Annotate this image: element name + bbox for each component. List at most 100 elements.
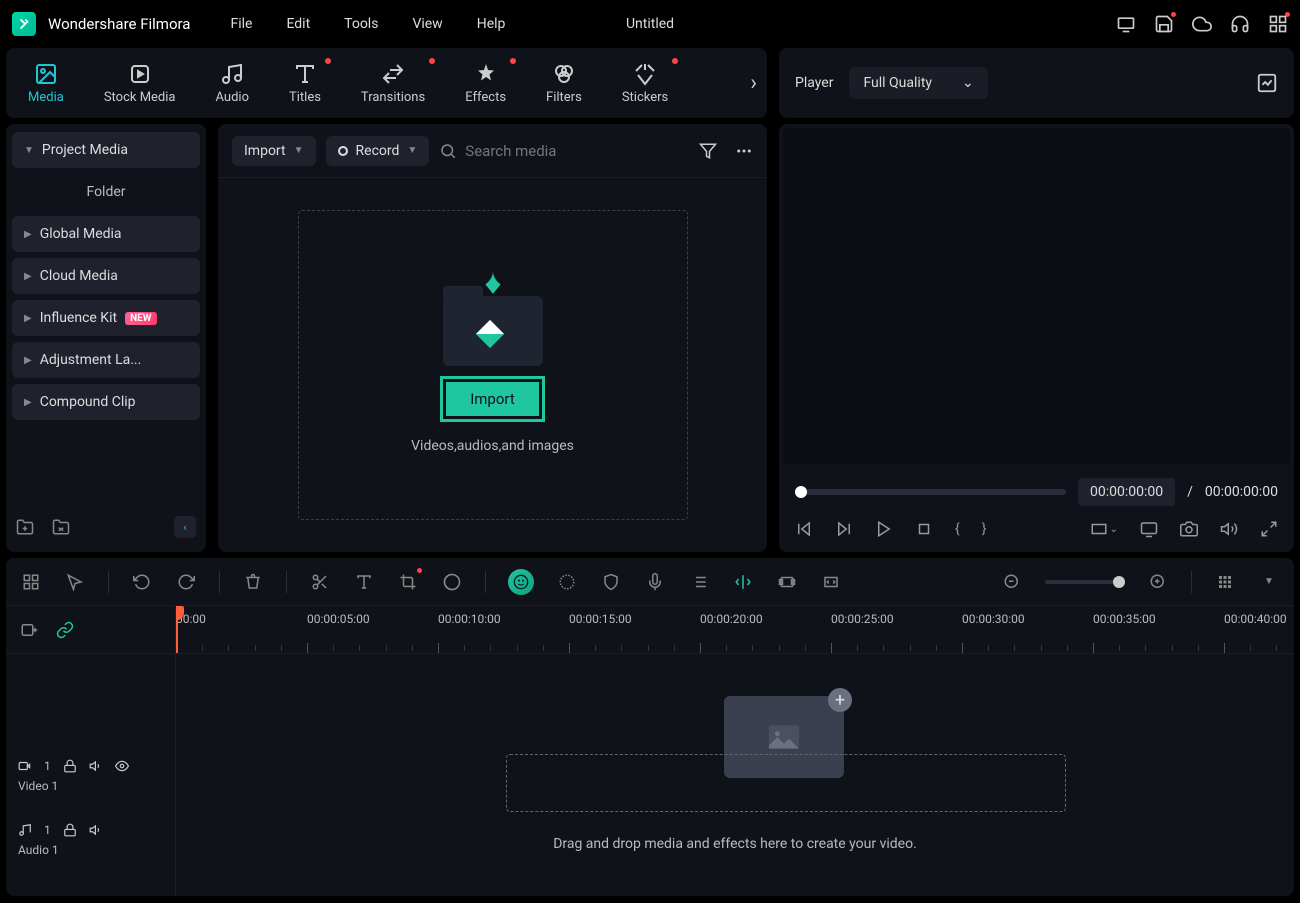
mark-in-icon[interactable]: { — [955, 521, 960, 537]
mic-icon[interactable] — [644, 571, 666, 593]
fit-icon[interactable] — [820, 571, 842, 593]
filter-icon[interactable] — [699, 142, 717, 160]
mark-out-icon[interactable]: } — [982, 521, 987, 537]
more-tabs-icon[interactable]: › — [750, 71, 757, 96]
notification-dot — [429, 58, 435, 64]
chevron-right-icon: ▶ — [24, 313, 32, 324]
zoom-in-icon[interactable] — [1147, 571, 1169, 593]
sidebar-cloud-media[interactable]: ▶Cloud Media — [12, 258, 200, 294]
view-mode-chevron[interactable]: ▼ — [1258, 571, 1280, 593]
import-button[interactable]: Import — [446, 382, 539, 416]
time-ruler[interactable]: 00:00 00:00:05:00 00:00:10:00 00:00:15:0… — [176, 606, 1294, 653]
color-icon[interactable] — [441, 571, 463, 593]
link-icon[interactable] — [56, 621, 74, 639]
keyframe-icon[interactable] — [776, 571, 798, 593]
record-dropdown[interactable]: Record▼ — [326, 136, 430, 166]
next-frame-icon[interactable] — [835, 520, 853, 538]
media-sidebar: ▼Project Media Folder ▶Global Media ▶Clo… — [6, 124, 206, 552]
list-icon[interactable] — [688, 571, 710, 593]
tick-label: 00:00:35:00 — [1093, 612, 1156, 626]
timeline-drop-hint: Drag and drop media and effects here to … — [176, 836, 1294, 852]
playhead[interactable] — [176, 606, 178, 653]
tab-filters[interactable]: Filters — [546, 62, 582, 105]
seek-knob[interactable] — [795, 486, 807, 498]
tick-label: 00:00:10:00 — [438, 612, 501, 626]
sidebar-label: Global Media — [40, 226, 122, 242]
fullscreen-icon[interactable] — [1260, 520, 1278, 538]
headphones-icon[interactable] — [1230, 14, 1250, 34]
add-track-icon[interactable] — [20, 621, 38, 639]
tab-media[interactable]: Media — [28, 62, 64, 105]
more-options-icon[interactable] — [735, 142, 753, 160]
tab-titles[interactable]: Titles — [289, 62, 321, 105]
menu-view[interactable]: View — [412, 16, 442, 32]
menu-file[interactable]: File — [230, 16, 252, 32]
tab-effects[interactable]: Effects — [465, 62, 506, 105]
menu-tools[interactable]: Tools — [344, 16, 378, 32]
sidebar-influence-kit[interactable]: ▶Influence KitNEW — [12, 300, 200, 336]
snapshot-icon[interactable] — [1180, 520, 1198, 538]
sidebar-project-media[interactable]: ▼Project Media — [12, 132, 200, 168]
cut-icon[interactable] — [309, 571, 331, 593]
view-mode-icon[interactable] — [1214, 571, 1236, 593]
zoom-out-icon[interactable] — [1001, 571, 1023, 593]
speed-icon[interactable] — [556, 571, 578, 593]
video-track-header[interactable]: 1 Video 1 — [6, 744, 175, 808]
current-time: 00:00:00:00 — [1078, 478, 1175, 506]
mute-icon[interactable] — [89, 759, 103, 773]
delete-icon[interactable] — [242, 571, 264, 593]
shield-icon[interactable] — [600, 571, 622, 593]
widgets-icon[interactable] — [20, 571, 42, 593]
crop-icon[interactable] — [397, 571, 419, 593]
lock-icon[interactable] — [63, 759, 77, 773]
chevron-down-icon: ▼ — [24, 145, 34, 156]
sidebar-global-media[interactable]: ▶Global Media — [12, 216, 200, 252]
timeline-drop-target[interactable] — [506, 754, 1066, 812]
collapse-sidebar-button[interactable]: ‹ — [174, 516, 196, 538]
quality-select[interactable]: Full Quality ⌄ — [849, 67, 987, 99]
chevron-down-icon: ⌄ — [962, 75, 974, 91]
sidebar-folder[interactable]: Folder — [12, 174, 200, 210]
zoom-slider[interactable] — [1045, 580, 1125, 584]
zoom-knob[interactable] — [1113, 576, 1125, 588]
play-icon[interactable] — [875, 520, 893, 538]
project-title: Untitled — [626, 16, 674, 32]
prev-frame-icon[interactable] — [795, 520, 813, 538]
apps-icon[interactable] — [1268, 14, 1288, 34]
aspect-icon[interactable]: ⌄ — [1090, 520, 1118, 538]
tick-label: 00:00:40:00 — [1224, 612, 1287, 626]
ai-icon[interactable] — [508, 569, 534, 595]
sidebar-adjustment-layer[interactable]: ▶Adjustment La... — [12, 342, 200, 378]
tab-stock-media[interactable]: Stock Media — [104, 62, 176, 105]
text-icon[interactable] — [353, 571, 375, 593]
lock-icon[interactable] — [63, 823, 77, 837]
mute-icon[interactable] — [89, 823, 103, 837]
import-dropzone[interactable]: Import Videos,audios,and images — [298, 210, 688, 520]
tab-audio[interactable]: Audio — [216, 62, 249, 105]
new-folder-icon[interactable] — [16, 518, 34, 536]
tab-stickers[interactable]: Stickers — [622, 62, 668, 105]
stop-icon[interactable] — [915, 520, 933, 538]
volume-icon[interactable] — [1220, 520, 1238, 538]
visibility-icon[interactable] — [115, 759, 129, 773]
pointer-icon[interactable] — [64, 571, 86, 593]
display-icon[interactable] — [1140, 520, 1158, 538]
waveform-icon[interactable] — [1256, 72, 1278, 94]
delete-folder-icon[interactable] — [52, 518, 70, 536]
marker-icon[interactable] — [732, 571, 754, 593]
seek-bar[interactable] — [795, 489, 1066, 495]
sidebar-compound-clip[interactable]: ▶Compound Clip — [12, 384, 200, 420]
tab-transitions[interactable]: Transitions — [361, 62, 425, 105]
video-track-icon — [18, 759, 32, 773]
screen-icon[interactable] — [1116, 14, 1136, 34]
redo-icon[interactable] — [175, 571, 197, 593]
menu-edit[interactable]: Edit — [286, 16, 310, 32]
menu-help[interactable]: Help — [477, 16, 506, 32]
cloud-icon[interactable] — [1192, 14, 1212, 34]
timeline-tracks[interactable]: + Drag and drop media and effects here t… — [176, 654, 1294, 896]
audio-track-header[interactable]: 1 Audio 1 — [6, 808, 175, 872]
save-icon[interactable] — [1154, 14, 1174, 34]
undo-icon[interactable] — [131, 571, 153, 593]
import-dropdown[interactable]: Import▼ — [232, 136, 316, 166]
search-input[interactable] — [465, 142, 605, 160]
